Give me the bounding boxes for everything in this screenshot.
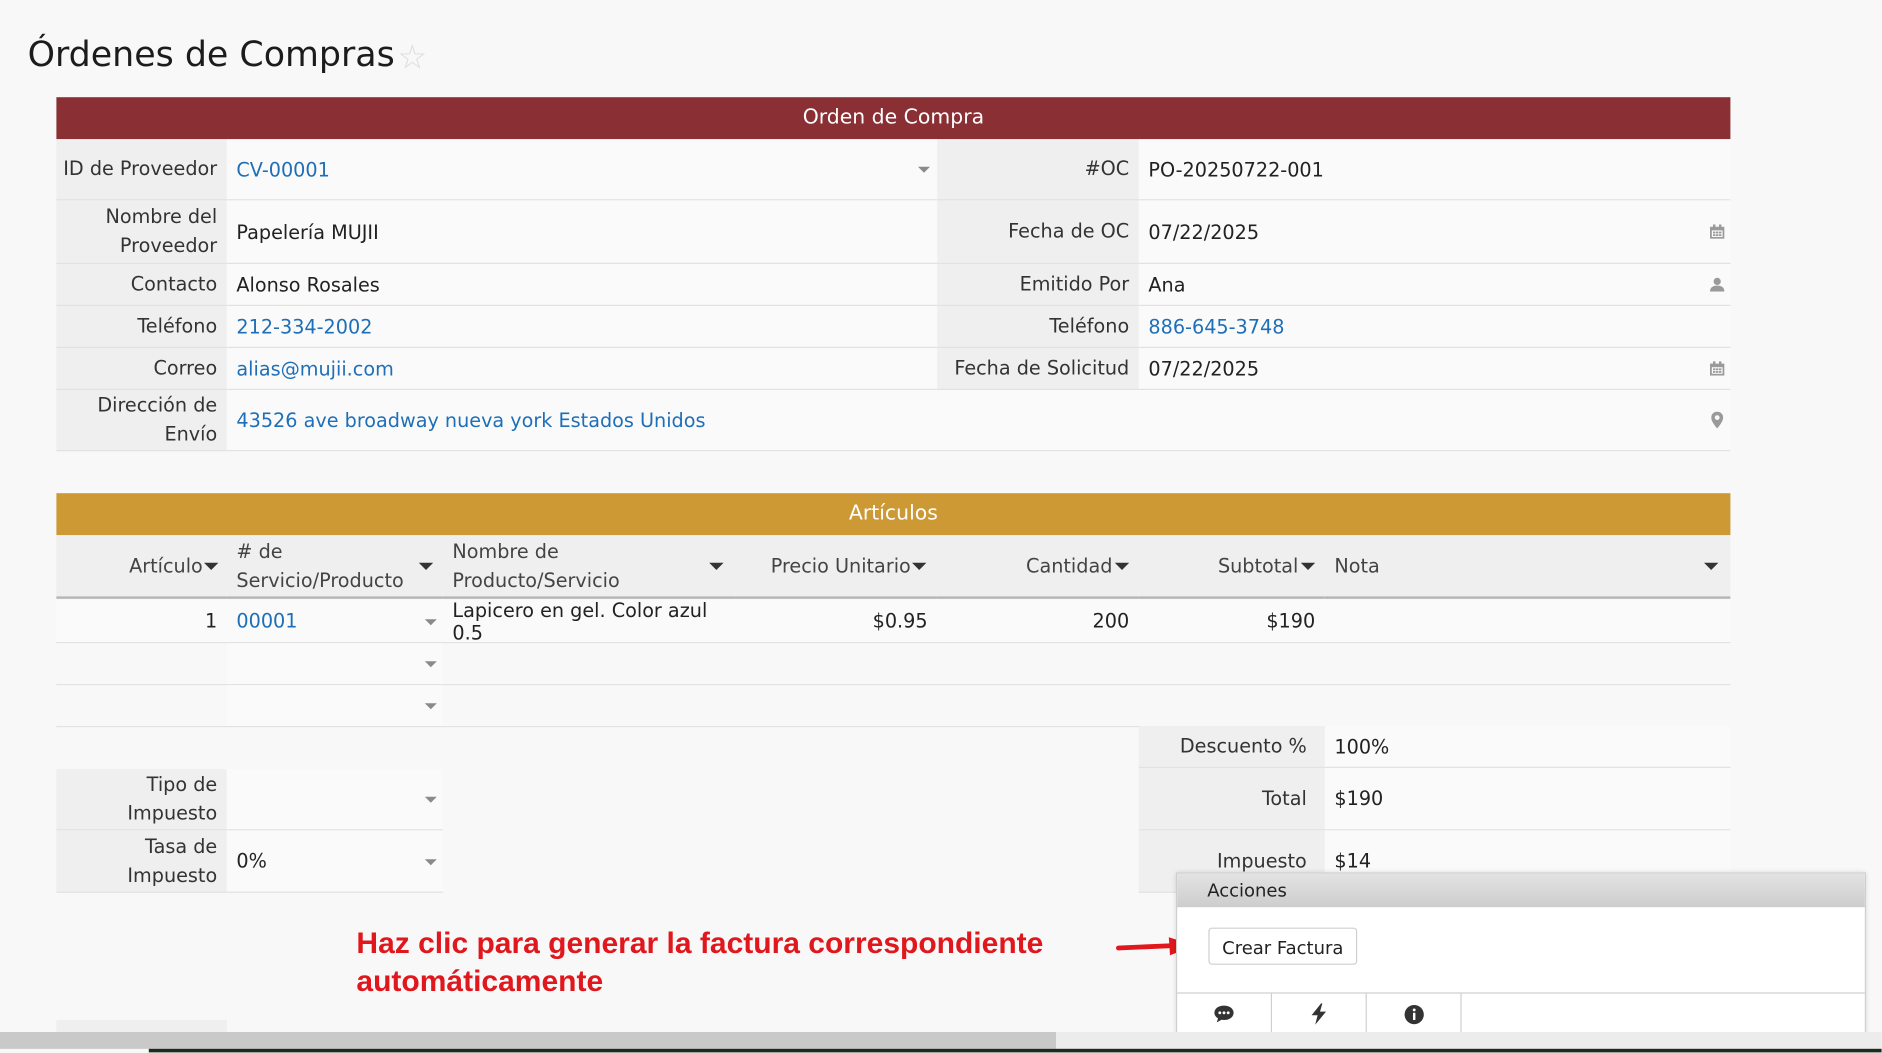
actions-panel-title: Acciones — [1177, 873, 1865, 908]
col-header-label: Nombre de Producto/Servicio — [452, 539, 620, 591]
po-date-field[interactable]: 07/22/2025 — [1138, 200, 1731, 264]
col-header-quantity[interactable]: Cantidad — [937, 535, 1139, 599]
issuer-phone-field[interactable]: 886-645-3748 — [1138, 306, 1731, 348]
discount-label: Descuento % — [1138, 726, 1325, 768]
issuer-phone-label: Teléfono — [937, 306, 1139, 348]
sort-dropdown-icon[interactable] — [1114, 562, 1130, 570]
total-label: Total — [1138, 768, 1325, 831]
favorite-star-icon[interactable]: ☆ — [397, 37, 427, 77]
request-date-field[interactable]: 07/22/2025 — [1138, 348, 1731, 391]
sort-dropdown-icon[interactable] — [1300, 562, 1316, 570]
tax-rate-value[interactable]: 0% — [236, 850, 266, 873]
col-header-unit-price[interactable]: Precio Unitario — [734, 535, 938, 599]
item-number-cell[interactable]: 1 — [56, 600, 227, 642]
info-tab[interactable] — [1367, 993, 1462, 1035]
comment-icon[interactable] — [1213, 1004, 1235, 1023]
issued-by-field[interactable]: Ana — [1138, 264, 1731, 306]
actions-tab[interactable] — [1272, 993, 1367, 1035]
bottom-edge — [148, 1048, 1882, 1053]
map-pin-icon[interactable] — [1711, 411, 1724, 429]
vendor-id-field[interactable]: CV-00001 — [226, 139, 938, 201]
items-section-header: Artículos — [56, 493, 1731, 536]
note-cell[interactable] — [1324, 600, 1731, 642]
quantity-cell[interactable]: 200 — [937, 600, 1139, 642]
tax-rate-label: Tasa de Impuesto — [56, 830, 227, 893]
col-header-label: # de Servicio/Producto — [236, 539, 404, 591]
col-header-subtotal[interactable]: Subtotal — [1138, 535, 1325, 599]
vendor-phone-label: Teléfono — [56, 306, 227, 348]
issued-by-value[interactable]: Ana — [1148, 273, 1185, 296]
service-number-value[interactable]: 00001 — [236, 610, 297, 633]
page-title: Órdenes de Compras — [27, 33, 395, 75]
col-header-note[interactable]: Nota — [1324, 535, 1731, 599]
empty-service-cell[interactable] — [226, 643, 443, 686]
request-date-value[interactable]: 07/22/2025 — [1148, 357, 1259, 380]
dropdown-icon[interactable] — [424, 859, 437, 866]
vendor-name-label: Nombre del Proveedor — [56, 200, 227, 264]
unit-price-cell[interactable]: $0.95 — [734, 600, 938, 642]
dropdown-icon[interactable] — [424, 703, 437, 710]
shipping-address-label: Dirección de Envío — [56, 390, 227, 452]
comments-tab[interactable] — [1177, 993, 1272, 1035]
vendor-id-label: ID de Proveedor — [56, 139, 227, 201]
po-date-label: Fecha de OC — [937, 200, 1139, 264]
order-section-header: Orden de Compra — [56, 97, 1731, 140]
email-field[interactable]: alias@mujii.com — [226, 348, 938, 391]
contact-field[interactable]: Alonso Rosales — [226, 264, 938, 306]
vendor-id-dropdown-icon[interactable] — [918, 166, 931, 173]
lightning-icon[interactable] — [1310, 1003, 1327, 1025]
product-name-cell[interactable]: Lapicero en gel. Color azul 0.5 — [442, 598, 735, 644]
sort-dropdown-icon[interactable] — [1704, 562, 1719, 570]
empty-service-cell[interactable] — [226, 685, 443, 728]
create-invoice-button[interactable]: Crear Factura — [1208, 927, 1358, 965]
root: Órdenes de Compras ☆ Orden de Compra ID … — [0, 0, 1882, 1053]
discount-field[interactable]: 100% — [1324, 726, 1731, 768]
col-header-articulo[interactable]: Artículo — [56, 535, 227, 599]
request-date-label: Fecha de Solicitud — [937, 348, 1139, 391]
po-date-value[interactable]: 07/22/2025 — [1148, 220, 1259, 243]
issued-by-label: Emitido Por — [937, 264, 1139, 306]
subtotal-cell[interactable]: $190 — [1138, 600, 1325, 642]
tax-type-label: Tipo de Impuesto — [56, 769, 227, 831]
col-header-label: Cantidad — [1026, 553, 1113, 577]
email-label: Correo — [56, 348, 227, 391]
dropdown-icon[interactable] — [424, 661, 437, 668]
info-icon[interactable] — [1403, 1004, 1424, 1024]
col-header-label: Nota — [1334, 553, 1380, 577]
po-number-field[interactable]: PO-20250722-001 — [1138, 139, 1731, 201]
col-header-product-name[interactable]: Nombre de Producto/Servicio — [442, 535, 735, 599]
sort-dropdown-icon[interactable] — [204, 562, 219, 570]
vendor-phone-field[interactable]: 212-334-2002 — [226, 306, 938, 348]
dropdown-icon[interactable] — [424, 619, 437, 626]
actions-panel: Acciones Crear Factura — [1176, 872, 1867, 1035]
shipping-address-value[interactable]: 43526 ave broadway nueva york Estados Un… — [236, 409, 705, 432]
vendor-id-value[interactable]: CV-00001 — [236, 158, 329, 181]
user-icon[interactable] — [1710, 277, 1725, 292]
calendar-icon[interactable] — [1710, 224, 1725, 239]
col-header-label: Artículo — [129, 553, 203, 577]
calendar-icon[interactable] — [1710, 361, 1725, 376]
service-number-cell[interactable]: 00001 — [226, 600, 443, 642]
shipping-address-field[interactable]: 43526 ave broadway nueva york Estados Un… — [226, 390, 1731, 452]
annotation-text: Haz clic para generar la factura corresp… — [356, 926, 1044, 999]
actions-panel-footer — [1177, 992, 1865, 1035]
horizontal-scrollbar-thumb[interactable] — [0, 1032, 1056, 1049]
tax-type-field[interactable] — [226, 769, 443, 831]
vendor-name-field[interactable]: Papelería MUJII — [226, 200, 938, 264]
col-header-label: Precio Unitario — [770, 553, 911, 577]
contact-label: Contacto — [56, 264, 227, 306]
col-header-label: Subtotal — [1217, 553, 1299, 577]
sort-dropdown-icon[interactable] — [912, 562, 927, 570]
sort-dropdown-icon[interactable] — [709, 562, 724, 570]
total-field[interactable]: $190 — [1324, 768, 1731, 831]
sort-dropdown-icon[interactable] — [418, 562, 434, 570]
tax-rate-field[interactable]: 0% — [226, 830, 443, 893]
dropdown-icon[interactable] — [424, 796, 437, 803]
col-header-service-number[interactable]: # de Servicio/Producto — [226, 535, 443, 599]
po-number-label: #OC — [937, 139, 1139, 201]
